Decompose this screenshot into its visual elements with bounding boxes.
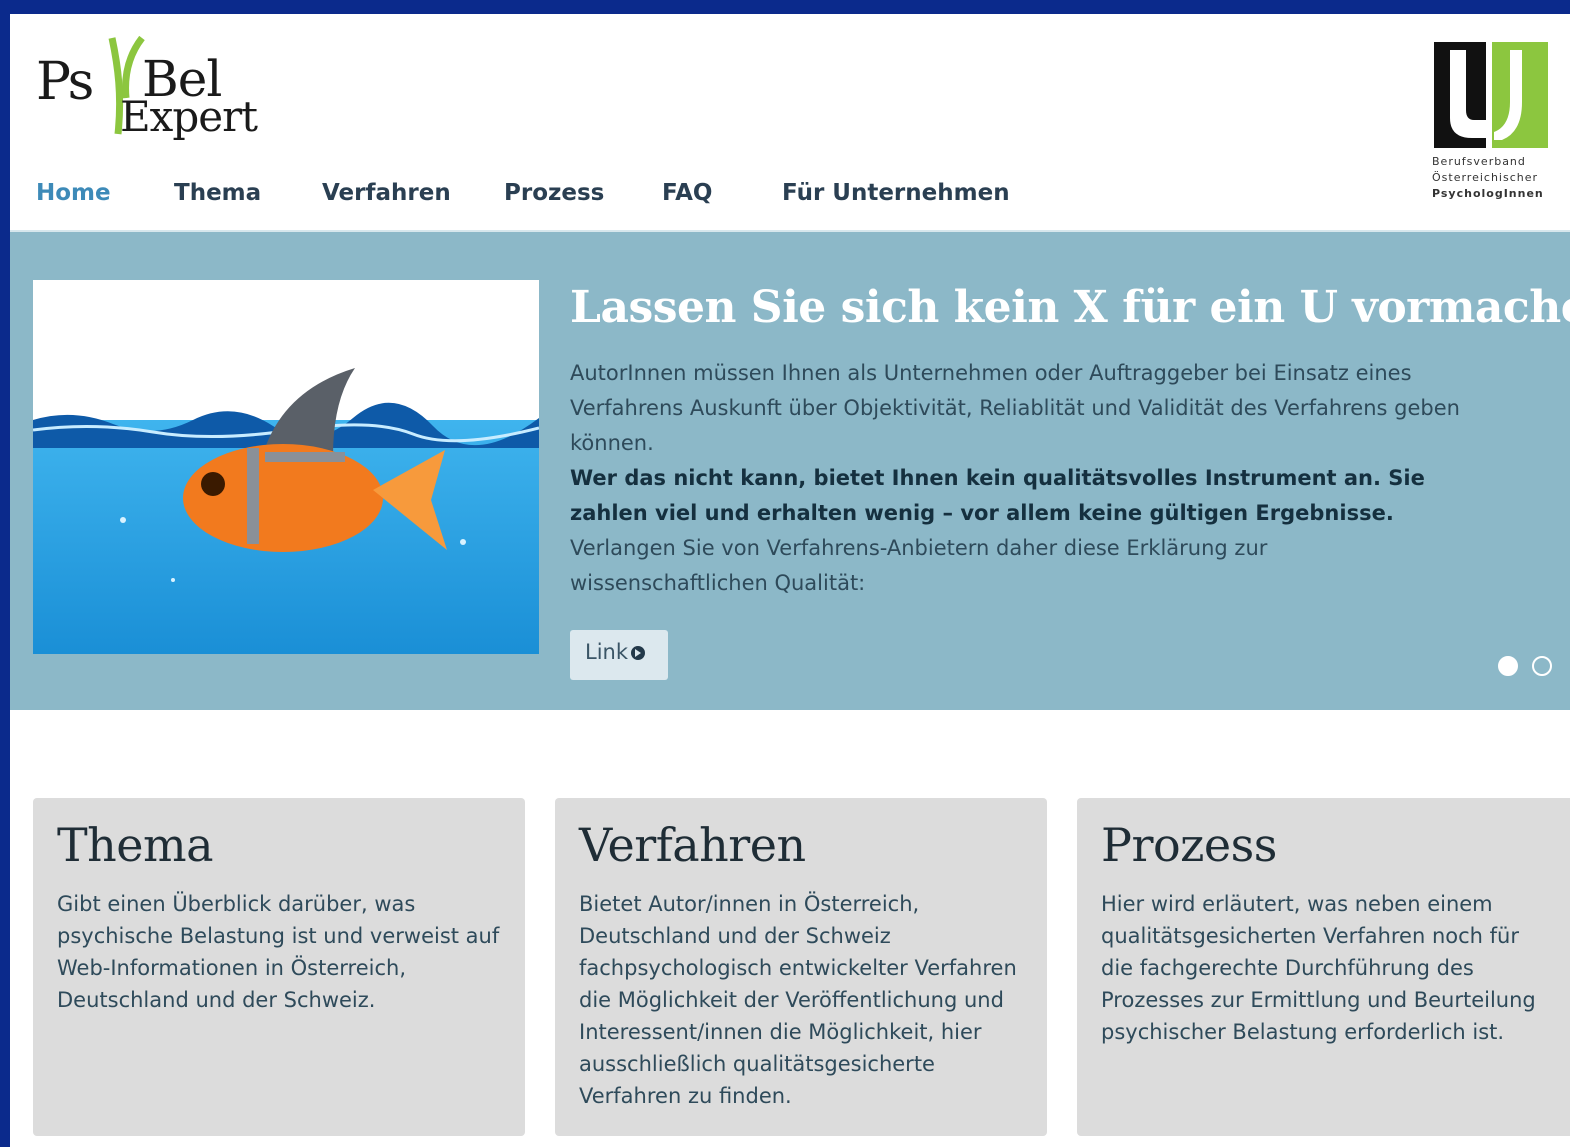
card-thema-text: Gibt einen Überblick darüber, was psychi… <box>57 892 500 1012</box>
hero-link-button[interactable]: Link <box>570 630 668 680</box>
card-prozess-text: Hier wird erläutert, was neben einem qua… <box>1101 892 1536 1044</box>
hero-paragraph-3: Verlangen Sie von Verfahrens-Anbietern d… <box>570 536 1268 595</box>
boep-logo[interactable]: Berufsverband Österreichischer Psycholog… <box>1432 40 1550 206</box>
nav-item-thema[interactable]: Thema <box>174 180 322 206</box>
nav-item-verfahren[interactable]: Verfahren <box>322 180 504 206</box>
nav-item-faq[interactable]: FAQ <box>662 180 782 206</box>
boep-text-line3: PsychologInnen <box>1432 187 1544 200</box>
nav-item-prozess[interactable]: Prozess <box>504 180 662 206</box>
boep-logo-text: Berufsverband Österreichischer Psycholog… <box>1432 154 1550 202</box>
card-prozess[interactable]: Prozess Hier wird erläutert, was neben e… <box>1077 798 1570 1136</box>
logo-text-expert: Expert <box>120 92 258 141</box>
slider-dot-2[interactable] <box>1532 656 1552 676</box>
card-thema[interactable]: Thema Gibt einen Überblick darüber, was … <box>33 798 525 1136</box>
logo-text-ps: Ps <box>36 52 94 112</box>
goldfish-illustration <box>33 280 539 654</box>
arrow-right-circle-icon <box>631 646 646 660</box>
slider-dot-1[interactable] <box>1498 656 1518 676</box>
hero-title: Lassen Sie sich kein X für ein U vormach… <box>570 282 1570 333</box>
goldfish-shark-fin-image <box>33 280 539 654</box>
nav-item-home[interactable]: Home <box>36 180 174 206</box>
link-button-label: Link <box>585 640 629 664</box>
card-verfahren[interactable]: Verfahren Bietet Autor/innen in Österrei… <box>555 798 1047 1136</box>
hero-slider: Lassen Sie sich kein X für ein U vormach… <box>10 230 1570 710</box>
boep-text-line1: Berufsverband <box>1432 155 1526 168</box>
page: Ps Bel Expert Home Thema Verfahren Proze… <box>10 14 1570 1147</box>
main-nav: Home Thema Verfahren Prozess FAQ Für Unt… <box>36 180 1022 206</box>
nav-item-fuer-unternehmen[interactable]: Für Unternehmen <box>782 180 1022 206</box>
psybel-expert-logo[interactable]: Ps Bel Expert <box>34 36 274 148</box>
card-verfahren-text: Bietet Autor/innen in Österreich, Deutsc… <box>579 892 1017 1108</box>
boep-mark-icon <box>1432 40 1550 150</box>
boep-text-line2: Österreichischer <box>1432 171 1539 184</box>
hero-paragraph-1: AutorInnen müssen Ihnen als Unternehmen … <box>570 361 1460 455</box>
card-verfahren-title: Verfahren <box>579 818 806 872</box>
hero-paragraph-2: Wer das nicht kann, bietet Ihnen kein qu… <box>570 466 1425 525</box>
slider-pagination <box>1498 656 1566 676</box>
card-prozess-title: Prozess <box>1101 818 1277 872</box>
hero-text: AutorInnen müssen Ihnen als Unternehmen … <box>570 356 1470 601</box>
card-thema-title: Thema <box>57 818 214 872</box>
site-header: Ps Bel Expert Home Thema Verfahren Proze… <box>10 14 1570 230</box>
